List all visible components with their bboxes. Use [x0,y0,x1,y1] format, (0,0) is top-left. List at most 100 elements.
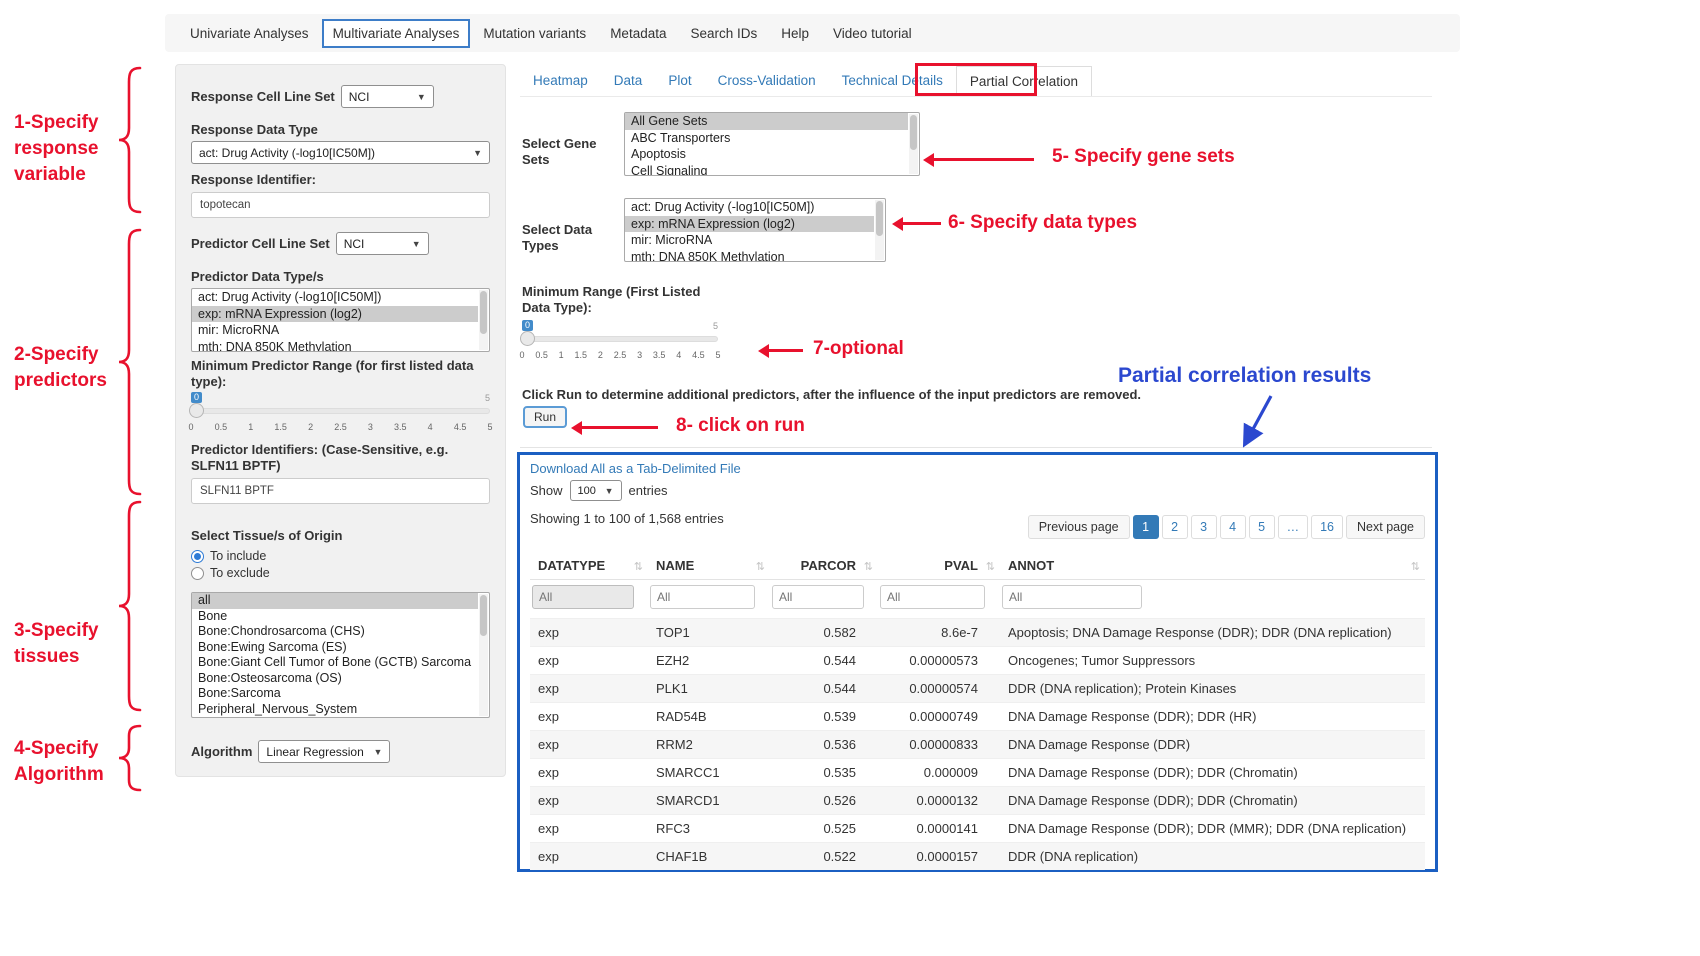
page-button-16[interactable]: 16 [1311,515,1343,539]
min-predictor-range-label: Minimum Predictor Range (for first liste… [191,358,493,390]
radio-icon [191,567,204,580]
download-link[interactable]: Download All as a Tab-Delimited File [530,461,1425,476]
page-button-4[interactable]: 4 [1220,515,1246,539]
listbox-option[interactable]: Bone:Giant Cell Tumor of Bone (GCTB) Sar… [192,655,478,671]
listbox-option-selected[interactable]: all [192,593,478,609]
scrollbar[interactable] [479,290,488,350]
listbox-option[interactable]: act: Drug Activity (-log10[IC50M]) [192,289,478,306]
column-header-pval[interactable]: PVAL⇅ [878,552,1000,580]
tab-plot[interactable]: Plot [655,66,704,96]
column-header-name[interactable]: NAME⇅ [648,552,770,580]
page-button-1[interactable]: 1 [1133,515,1159,539]
entries-label: entries [629,483,668,498]
predictor-data-types-listbox[interactable]: act: Drug Activity (-log10[IC50M]) exp: … [191,288,490,352]
annotation-arrow-results [1233,392,1281,452]
run-button[interactable]: Run [523,406,567,428]
listbox-option[interactable]: Cell Signaling [625,163,908,177]
show-entries-select[interactable]: 100 ▼ [570,480,622,501]
tab-heatmap[interactable]: Heatmap [520,66,601,96]
listbox-option[interactable]: Peripheral_Nervous_System [192,702,478,718]
table-row[interactable]: expRFC3 0.5250.0000141 DNA Damage Respon… [530,815,1425,843]
tab-cross-validation[interactable]: Cross-Validation [705,66,829,96]
scrollbar[interactable] [875,200,884,260]
min-range-slider[interactable]: 0 5 0 0.5 1 1.5 2 2.5 3 3.5 4 4.5 5 [522,320,718,364]
table-row[interactable]: expPLK1 0.5440.00000574 DDR (DNA replica… [530,675,1425,703]
annotation-highlight-partial-correlation-tab [915,63,1037,96]
sort-icon: ⇅ [864,560,873,573]
listbox-option[interactable]: Bone:Osteosarcoma (OS) [192,671,478,687]
scrollbar[interactable] [909,114,918,174]
filter-annot-input[interactable] [1002,585,1142,609]
page-button-3[interactable]: 3 [1191,515,1217,539]
annotation-arrow-run [582,426,658,429]
table-row[interactable]: expRAD54B 0.5390.00000749 DNA Damage Res… [530,703,1425,731]
gene-sets-listbox[interactable]: All Gene Sets ABC Transporters Apoptosis… [624,112,920,176]
gene-sets-label: Select Gene Sets [522,136,614,168]
response-cell-line-set-label: Response Cell Line Set [191,89,335,105]
radio-to-include-label: To include [210,549,266,563]
tab-data[interactable]: Data [601,66,656,96]
nav-metadata[interactable]: Metadata [599,19,677,48]
table-row[interactable]: expSMARCD1 0.5260.0000132 DNA Damage Res… [530,787,1425,815]
chevron-down-icon: ▼ [605,486,614,496]
pagination: Previous page 1 2 3 4 5 … 16 Next page [1025,515,1425,539]
column-header-parcor[interactable]: PARCOR⇅ [770,552,878,580]
data-types-listbox[interactable]: act: Drug Activity (-log10[IC50M]) exp: … [624,198,886,262]
data-types-field: Select Data Types act: Drug Activity (-l… [522,198,886,262]
column-header-datatype[interactable]: DATATYPE⇅ [530,552,648,580]
slider-handle[interactable] [189,403,204,418]
listbox-option-selected[interactable]: exp: mRNA Expression (log2) [625,216,874,233]
listbox-option[interactable]: act: Drug Activity (-log10[IC50M]) [625,199,874,216]
previous-page-button[interactable]: Previous page [1028,515,1130,539]
listbox-option[interactable]: mir: MicroRNA [192,322,478,339]
algorithm-select[interactable]: Linear Regression ▼ [258,740,390,763]
response-data-type-select[interactable]: act: Drug Activity (-log10[IC50M]) ▼ [191,141,490,164]
next-page-button[interactable]: Next page [1346,515,1425,539]
listbox-option[interactable]: mth: DNA 850K Methylation [192,339,478,353]
filter-name-input[interactable] [650,585,755,609]
response-cell-line-set-select[interactable]: NCI ▼ [341,85,434,108]
table-row[interactable]: expTOP1 0.5828.6e-7 Apoptosis; DNA Damag… [530,619,1425,647]
min-predictor-range-slider[interactable]: 0 5 0 0.5 1 1.5 2 2.5 3 3.5 4 4.5 5 [191,392,490,436]
slider-track[interactable] [191,408,490,414]
radio-to-include[interactable]: To include [191,549,490,563]
listbox-option[interactable]: Bone:Sarcoma [192,686,478,702]
slider-track[interactable] [522,336,718,342]
listbox-option[interactable]: Apoptosis [625,146,908,163]
radio-to-exclude-label: To exclude [210,566,270,580]
table-row[interactable]: expEZH2 0.5440.00000573 Oncogenes; Tumor… [530,647,1425,675]
filter-pval-input[interactable] [880,585,985,609]
column-header-annot[interactable]: ANNOT⇅ [1000,552,1425,580]
nav-search-ids[interactable]: Search IDs [679,19,768,48]
table-row[interactable]: expRRM2 0.5360.00000833 DNA Damage Respo… [530,731,1425,759]
scrollbar[interactable] [479,594,488,716]
nav-mutation-variants[interactable]: Mutation variants [472,19,597,48]
table-row[interactable]: expCHAF1B 0.5220.0000157 DDR (DNA replic… [530,843,1425,871]
listbox-option[interactable]: Bone:Ewing Sarcoma (ES) [192,640,478,656]
slider-max-label: 5 [485,393,490,403]
predictor-identifiers-input[interactable] [191,478,490,504]
listbox-option[interactable]: Bone [192,609,478,625]
listbox-option-selected[interactable]: exp: mRNA Expression (log2) [192,306,478,323]
nav-help[interactable]: Help [770,19,820,48]
tissues-listbox[interactable]: all Bone Bone:Chondrosarcoma (CHS) Bone:… [191,592,490,718]
page-button-5[interactable]: 5 [1249,515,1275,539]
nav-univariate-analyses[interactable]: Univariate Analyses [179,19,320,48]
table-row[interactable]: expSMARCC1 0.5350.000009 DNA Damage Resp… [530,759,1425,787]
listbox-option[interactable]: ABC Transporters [625,130,908,147]
run-instruction: Click Run to determine additional predic… [522,387,1141,403]
listbox-option[interactable]: mth: DNA 850K Methylation [625,249,874,263]
filter-parcor-input[interactable] [772,585,864,609]
listbox-option[interactable]: mir: MicroRNA [625,232,874,249]
radio-to-exclude[interactable]: To exclude [191,566,490,580]
sort-icon: ⇅ [986,560,995,573]
listbox-option[interactable]: Bone:Chondrosarcoma (CHS) [192,624,478,640]
nav-multivariate-analyses[interactable]: Multivariate Analyses [322,19,471,48]
nav-video-tutorial[interactable]: Video tutorial [822,19,923,48]
page-button-2[interactable]: 2 [1162,515,1188,539]
slider-handle[interactable] [520,331,535,346]
predictor-cell-line-set-select[interactable]: NCI ▼ [336,232,429,255]
listbox-option-selected[interactable]: All Gene Sets [625,113,908,130]
filter-datatype-input[interactable] [532,585,634,609]
response-identifier-input[interactable] [191,192,490,218]
